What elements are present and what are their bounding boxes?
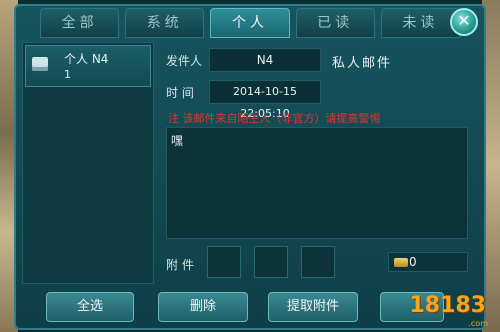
delete-button[interactable]: 删除 bbox=[158, 292, 248, 322]
watermark-sub: .com bbox=[468, 319, 488, 328]
mail-sender-name: 个人 N4 bbox=[64, 52, 109, 66]
select-all-button[interactable]: 全选 bbox=[46, 292, 134, 322]
list-item[interactable]: 个人 N4 1 bbox=[25, 45, 151, 87]
tab-personal[interactable]: 个人 bbox=[210, 8, 290, 38]
watermark-logo: 18183 bbox=[409, 293, 486, 318]
mail-list: 个人 N4 1 bbox=[22, 42, 154, 284]
sender-label: 发件人 bbox=[166, 54, 203, 68]
mail-body: 嘿 bbox=[166, 127, 468, 239]
mail-icon bbox=[32, 57, 48, 71]
attachment-slot-2[interactable] bbox=[254, 246, 288, 278]
extract-attachment-button[interactable]: 提取附件 bbox=[268, 292, 358, 322]
time-label: 时 间 bbox=[166, 86, 194, 100]
sender-field: N4 bbox=[209, 48, 321, 72]
site-watermark: 18183 .com bbox=[406, 293, 496, 330]
attachment-label: 附 件 bbox=[166, 258, 194, 272]
close-icon: ✕ bbox=[457, 11, 471, 30]
mail-body-text: 嘿 bbox=[171, 134, 184, 148]
tab-unread[interactable]: 未读 bbox=[380, 8, 461, 38]
time-field: 2014-10-15 22:05:10 bbox=[209, 80, 321, 120]
tab-bar: 全部 系统 个人 已读 未读 bbox=[40, 8, 461, 38]
mail-type: 私人邮件 bbox=[332, 56, 393, 71]
mail-count: 1 bbox=[64, 68, 71, 81]
attachment-slot-1[interactable] bbox=[207, 246, 241, 278]
gold-ingot-icon bbox=[394, 258, 408, 267]
attachment-slot-3[interactable] bbox=[301, 246, 335, 278]
stranger-warning: 注 该邮件来自陌生人（非官方）请提高警惕 bbox=[168, 112, 381, 125]
gold-value: 0 bbox=[409, 255, 417, 269]
tab-system[interactable]: 系统 bbox=[125, 8, 205, 38]
tab-read[interactable]: 已读 bbox=[295, 8, 375, 38]
close-button[interactable]: ✕ bbox=[450, 8, 478, 36]
tab-all[interactable]: 全部 bbox=[40, 8, 120, 38]
